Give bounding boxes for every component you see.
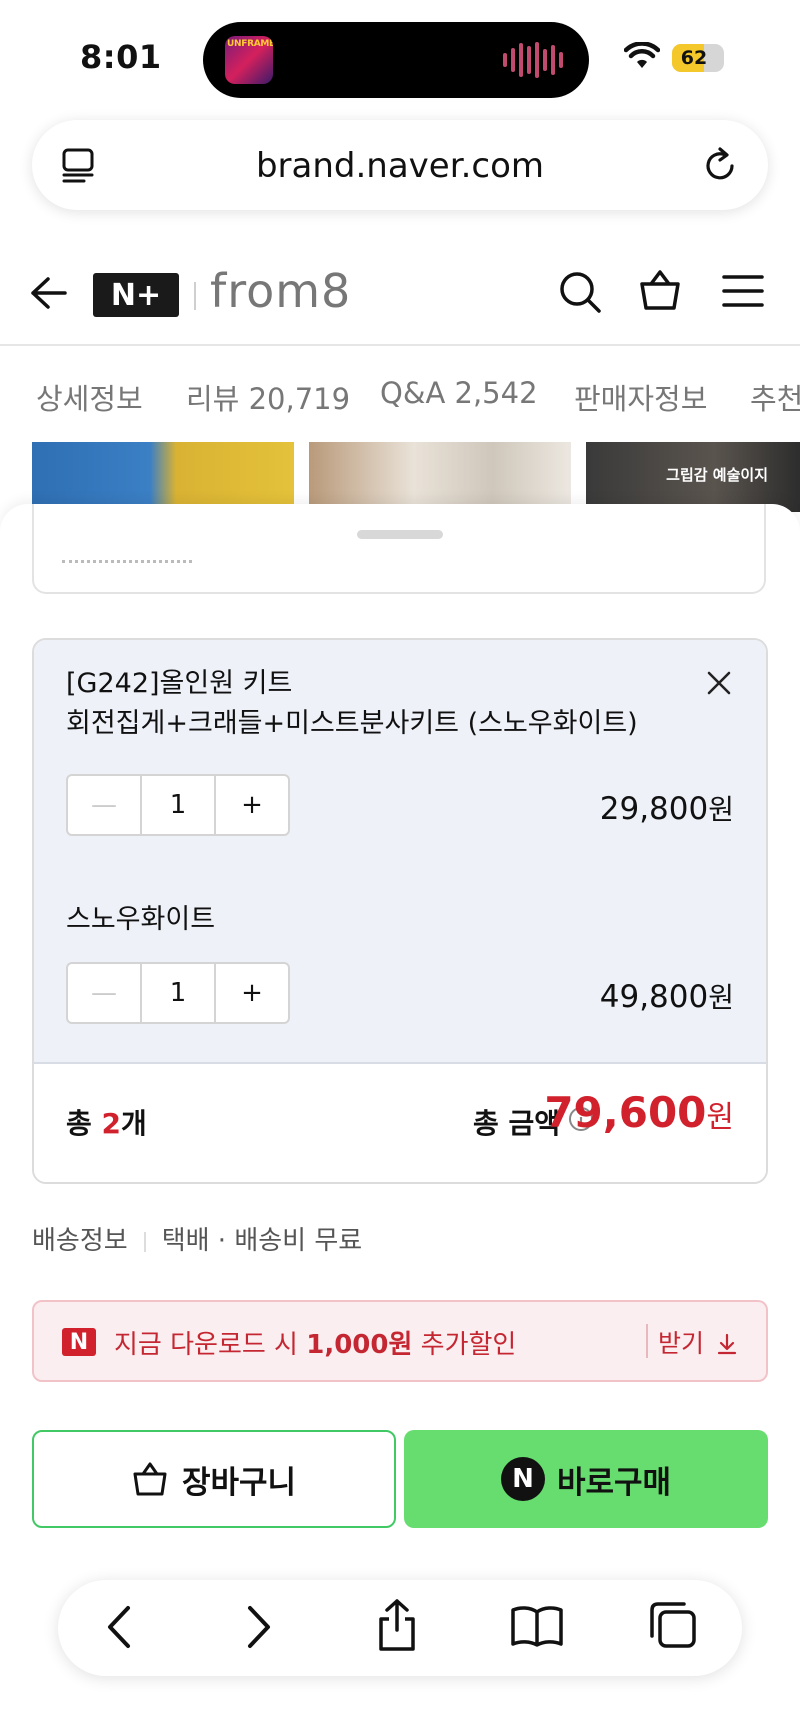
naver-pay-icon: N bbox=[62, 1328, 96, 1356]
option-price: 49,800원 bbox=[600, 976, 734, 1016]
now-playing-artwork: UNFRAMED bbox=[225, 36, 273, 84]
download-icon bbox=[717, 1333, 737, 1355]
quantity-stepper: — 1 + bbox=[66, 774, 290, 836]
coupon-text: 지금 다운로드 시 1,000원 추가할인 bbox=[114, 1324, 516, 1361]
option-price-value: 29,800 bbox=[599, 791, 709, 827]
coupon-text-suffix: 추가할인 bbox=[412, 1330, 517, 1360]
total-amount-value: 79,600 bbox=[544, 1088, 707, 1137]
product-photo: 그립감 예술이지 bbox=[586, 442, 800, 512]
reload-icon[interactable] bbox=[702, 146, 738, 188]
back-icon[interactable] bbox=[104, 1604, 134, 1654]
shopping-bag-icon bbox=[133, 1462, 167, 1496]
site-header: N+ from8 bbox=[0, 240, 800, 346]
coupon-banner[interactable]: N 지금 다운로드 시 1,000원 추가할인 받기 bbox=[32, 1300, 768, 1382]
battery-percentage: 62 bbox=[680, 47, 708, 69]
coupon-divider bbox=[646, 1324, 648, 1358]
currency-unit: 원 bbox=[708, 793, 734, 826]
detail-images-strip: 그립감 예술이지 bbox=[0, 442, 800, 512]
dynamic-island[interactable]: UNFRAMED bbox=[203, 22, 589, 98]
selected-options: [G242]올인원 키트 회전집게+크래들+미스트분사키트 (스노우화이트) —… bbox=[32, 638, 768, 1184]
coupon-download-button[interactable]: 받기 bbox=[658, 1324, 738, 1360]
tab-seller-info[interactable]: 판매자정보 bbox=[574, 376, 707, 418]
coupon-text-prefix: 지금 다운로드 시 bbox=[114, 1330, 307, 1360]
album-art-text: UNFRAMED bbox=[227, 39, 273, 49]
option-name: [G242]올인원 키트 bbox=[66, 668, 293, 699]
total-count: 총 2개 bbox=[66, 1102, 147, 1142]
search-icon[interactable] bbox=[558, 270, 602, 318]
order-bottom-sheet: [G242]올인원 키트 회전집게+크래들+미스트분사키트 (스노우화이트) —… bbox=[0, 504, 800, 1735]
battery-indicator: 62 bbox=[672, 44, 724, 72]
status-time: 8:01 bbox=[80, 38, 162, 76]
product-tabs: 상세정보 리뷰 20,719 Q&A 2,542 판매자정보 추천 bbox=[0, 346, 800, 442]
currency-unit: 원 bbox=[708, 981, 734, 1014]
photo-caption: 그립감 예술이지 bbox=[666, 466, 768, 484]
close-icon[interactable] bbox=[706, 670, 732, 700]
quantity-value[interactable]: 1 bbox=[140, 964, 214, 1022]
coupon-download-label: 받기 bbox=[658, 1329, 705, 1358]
naver-plus-logo-text: N+ bbox=[110, 277, 162, 313]
currency-unit: 원 bbox=[706, 1100, 734, 1135]
quantity-stepper: — 1 + bbox=[66, 962, 290, 1024]
add-to-cart-button[interactable]: 장바구니 bbox=[32, 1430, 396, 1528]
total-count-number: 2 bbox=[101, 1107, 121, 1140]
option-price: 29,800원 bbox=[600, 788, 734, 828]
option-price-value: 49,800 bbox=[599, 979, 709, 1015]
decrease-button[interactable]: — bbox=[68, 776, 140, 834]
menu-icon[interactable] bbox=[722, 274, 764, 312]
tab-qna[interactable]: Q&A 2,542 bbox=[380, 376, 538, 410]
forward-icon[interactable] bbox=[244, 1604, 274, 1654]
option-detail: 회전집게+크래들+미스트분사키트 (스노우화이트) bbox=[66, 708, 638, 739]
coupon-amount: 1,000원 bbox=[306, 1330, 413, 1360]
address-bar[interactable]: brand.naver.com bbox=[32, 120, 768, 210]
browser-toolbar bbox=[58, 1580, 742, 1676]
product-photo bbox=[32, 442, 294, 512]
total-count-suffix: 개 bbox=[121, 1107, 147, 1140]
bookmarks-icon[interactable] bbox=[510, 1604, 564, 1652]
shopping-bag-icon[interactable] bbox=[638, 268, 682, 316]
decrease-button[interactable]: — bbox=[68, 964, 140, 1022]
total-count-prefix: 총 bbox=[66, 1107, 102, 1140]
tab-recommend[interactable]: 추천 bbox=[750, 376, 800, 418]
naver-plus-logo[interactable]: N+ bbox=[93, 273, 179, 317]
option-item: [G242]올인원 키트 회전집게+크래들+미스트분사키트 (스노우화이트) —… bbox=[34, 640, 766, 876]
back-arrow-icon[interactable] bbox=[30, 276, 68, 314]
header-divider bbox=[194, 282, 196, 310]
total-amount: 79,600원 bbox=[544, 1088, 734, 1137]
tab-details[interactable]: 상세정보 bbox=[36, 376, 143, 418]
tab-reviews[interactable]: 리뷰 20,719 bbox=[186, 376, 350, 418]
add-to-cart-label: 장바구니 bbox=[181, 1464, 297, 1501]
increase-button[interactable]: + bbox=[214, 964, 288, 1022]
shipping-label: 배송정보 bbox=[32, 1226, 128, 1256]
wifi-icon bbox=[623, 41, 661, 74]
audio-waveform-icon bbox=[503, 42, 563, 78]
product-photo bbox=[309, 442, 571, 512]
tabs-icon[interactable] bbox=[648, 1600, 698, 1654]
buy-now-label: 바로구매 bbox=[556, 1464, 672, 1501]
quantity-value[interactable]: 1 bbox=[140, 776, 214, 834]
brand-logo[interactable]: from8 bbox=[210, 264, 351, 318]
previous-option-card bbox=[32, 504, 766, 594]
increase-button[interactable]: + bbox=[214, 776, 288, 834]
share-icon[interactable] bbox=[376, 1598, 418, 1656]
url-text[interactable]: brand.naver.com bbox=[32, 146, 768, 186]
shipping-value: 택배 · 배송비 무료 bbox=[161, 1226, 363, 1256]
option-item: 스노우화이트 — 1 + 49,800원 bbox=[34, 874, 766, 1064]
option-name: 스노우화이트 bbox=[66, 904, 216, 935]
buy-now-button[interactable]: N 바로구매 bbox=[404, 1430, 768, 1528]
naver-n-icon: N bbox=[500, 1457, 545, 1501]
shipping-info: 배송정보 택배 · 배송비 무료 bbox=[32, 1220, 362, 1257]
total-summary: 총 2개 총 금액 79,600원 bbox=[34, 1064, 766, 1182]
